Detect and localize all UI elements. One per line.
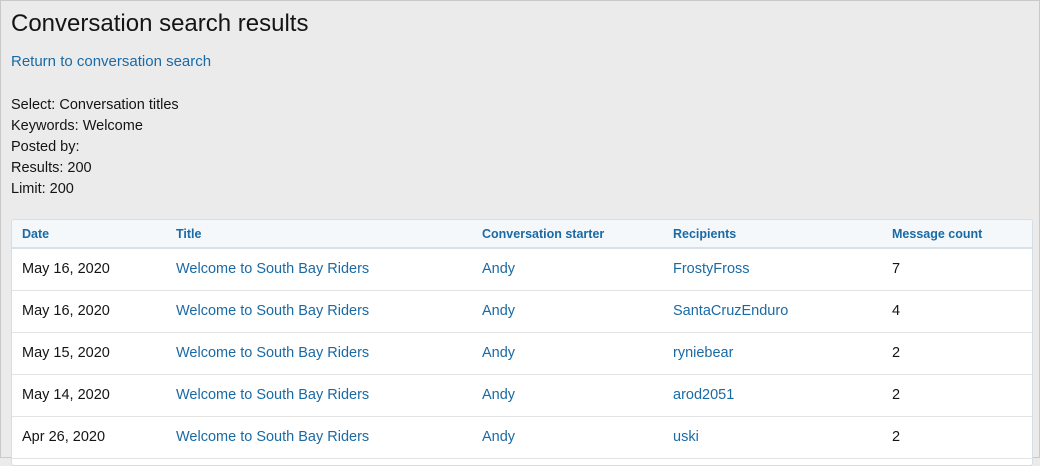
criteria-keywords: Keywords: Welcome — [11, 118, 143, 134]
cell-date: Apr 26, 2020 — [22, 429, 106, 445]
cell-message-count: 4 — [892, 303, 901, 319]
starter-link[interactable]: Andy — [482, 303, 515, 319]
cell-date: May 14, 2020 — [22, 387, 110, 403]
table-row: May 14, 2020 Welcome to South Bay Riders… — [12, 374, 1032, 416]
column-header-recipients[interactable]: Recipients — [663, 220, 882, 248]
table-row: Apr 26, 2020 Welcome to South Bay Riders… — [12, 416, 1032, 458]
criteria-select: Select: Conversation titles — [11, 97, 179, 113]
column-header-title[interactable]: Title — [166, 220, 472, 248]
table-row: May 16, 2020 Welcome to South Bay Riders… — [12, 290, 1032, 332]
cell-message-count: 2 — [892, 429, 901, 445]
conversation-title-link[interactable]: Welcome to South Bay Riders — [176, 429, 369, 445]
conversation-title-link[interactable]: Welcome to South Bay Riders — [176, 345, 369, 361]
conversation-title-link[interactable]: Welcome to South Bay Riders — [176, 261, 369, 277]
cell-message-count: 7 — [892, 261, 901, 278]
cell-date: May 16, 2020 — [22, 303, 110, 319]
starter-link[interactable]: Andy — [482, 429, 515, 445]
recipient-link[interactable]: FrostyFross — [673, 261, 750, 277]
recipient-link[interactable]: uski — [673, 429, 699, 445]
column-header-message-count[interactable]: Message count — [882, 220, 1032, 248]
results-table-panel: Date Title Conversation starter Recipien… — [11, 219, 1033, 466]
conversation-title-link[interactable]: Welcome to South Bay Riders — [176, 387, 369, 403]
table-header-row: Date Title Conversation starter Recipien… — [12, 220, 1032, 248]
cell-date: May 15, 2020 — [22, 345, 110, 361]
criteria-results: Results: 200 — [11, 160, 92, 176]
table-row: May 15, 2020 Welcome to South Bay Riders… — [12, 332, 1032, 374]
starter-link[interactable]: Andy — [482, 261, 515, 277]
return-to-search-link[interactable]: Return to conversation search — [11, 53, 211, 70]
cell-message-count: 2 — [892, 387, 901, 403]
results-table: Date Title Conversation starter Recipien… — [12, 220, 1032, 459]
page-title: Conversation search results — [11, 10, 309, 37]
table-row: May 16, 2020 Welcome to South Bay Riders… — [12, 248, 1032, 290]
criteria-posted-by: Posted by: — [11, 139, 80, 155]
cell-date: May 16, 2020 — [22, 261, 110, 278]
recipient-link[interactable]: arod2051 — [673, 387, 734, 403]
starter-link[interactable]: Andy — [482, 345, 515, 361]
column-header-date[interactable]: Date — [12, 220, 166, 248]
conversation-title-link[interactable]: Welcome to South Bay Riders — [176, 303, 369, 319]
column-header-starter[interactable]: Conversation starter — [472, 220, 663, 248]
search-criteria: Select: Conversation titles Keywords: We… — [11, 95, 179, 200]
recipient-link[interactable]: ryniebear — [673, 345, 733, 361]
recipient-link[interactable]: SantaCruzEnduro — [673, 303, 788, 319]
cell-message-count: 2 — [892, 345, 901, 361]
criteria-limit: Limit: 200 — [11, 181, 74, 197]
starter-link[interactable]: Andy — [482, 387, 515, 403]
